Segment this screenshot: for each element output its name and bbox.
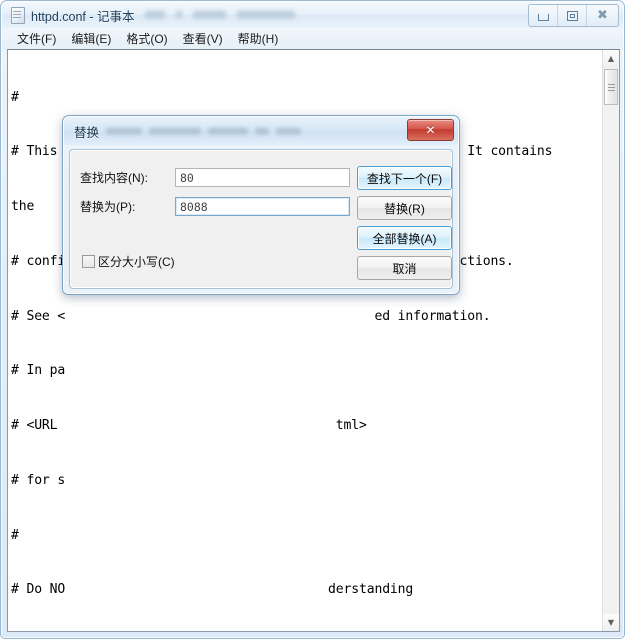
editor-line: # <URL tml>: [11, 418, 367, 433]
replace-with-label: 替换为(P):: [80, 200, 136, 214]
scroll-up-arrow-icon[interactable]: ▲: [603, 50, 619, 67]
minimize-button[interactable]: [529, 5, 558, 26]
find-what-input[interactable]: [175, 168, 350, 187]
match-case-checkbox-row[interactable]: 区分大小写(C): [82, 253, 175, 270]
notepad-window: httpd.conf - 记事本 ✖ 文件(F) 编辑(E) 格式(O) 查看(…: [0, 0, 625, 639]
scroll-down-arrow-icon[interactable]: ▼: [603, 614, 619, 631]
replace-with-row: 替换为(P):: [80, 197, 350, 216]
title-redacted-text: [144, 11, 295, 19]
editor-line: #: [11, 527, 19, 543]
editor-line: # See < ed information.: [11, 308, 491, 324]
dialog-body: 查找内容(N): 替换为(P): 区分大小写(C) 查找下一个(F) 替换(R)…: [69, 149, 453, 289]
editor-line: # In pa: [11, 363, 66, 379]
screen-root: httpd.conf - 记事本 ✖ 文件(F) 编辑(E) 格式(O) 查看(…: [0, 0, 625, 639]
dialog-title-redacted-text: [106, 127, 302, 135]
menubar: 文件(F) 编辑(E) 格式(O) 查看(V) 帮助(H): [2, 28, 623, 49]
editor-line: #: [11, 89, 19, 105]
menu-item-view[interactable]: 查看(V): [176, 28, 231, 49]
editor-line: # for s: [11, 472, 66, 488]
replace-with-input[interactable]: [175, 197, 350, 216]
menu-item-format[interactable]: 格式(O): [119, 28, 175, 49]
dialog-titlebar[interactable]: 替换 ✕: [64, 117, 458, 145]
close-button[interactable]: ✖: [587, 5, 618, 26]
replace-button[interactable]: 替换(R): [357, 196, 452, 220]
cancel-button[interactable]: 取消: [357, 256, 452, 280]
match-case-label: 区分大小写(C): [98, 255, 175, 269]
dialog-title: 替换: [74, 125, 100, 140]
editor-line: # Do NO derstanding: [11, 582, 414, 598]
replace-dialog: 替换 ✕ 查找内容(N): 替换为(P): 区分大小写(C): [62, 115, 460, 295]
vertical-scrollbar[interactable]: ▲ ▼: [602, 50, 619, 631]
dialog-close-icon[interactable]: ✕: [407, 119, 454, 141]
match-case-checkbox[interactable]: [82, 255, 95, 268]
maximize-restore-button[interactable]: [558, 5, 587, 26]
menu-item-edit[interactable]: 编辑(E): [64, 28, 119, 49]
menu-item-file[interactable]: 文件(F): [10, 28, 64, 49]
window-titlebar[interactable]: httpd.conf - 记事本 ✖: [2, 2, 623, 28]
find-what-row: 查找内容(N):: [80, 168, 350, 187]
find-what-label: 查找内容(N):: [80, 171, 148, 185]
window-controls: ✖: [528, 4, 619, 27]
menu-item-help[interactable]: 帮助(H): [231, 28, 287, 49]
window-title: httpd.conf - 记事本: [31, 9, 135, 24]
notepad-icon: [9, 7, 25, 24]
replace-all-button[interactable]: 全部替换(A): [357, 226, 452, 250]
find-next-button[interactable]: 查找下一个(F): [357, 166, 452, 190]
scrollbar-thumb[interactable]: [604, 69, 618, 105]
